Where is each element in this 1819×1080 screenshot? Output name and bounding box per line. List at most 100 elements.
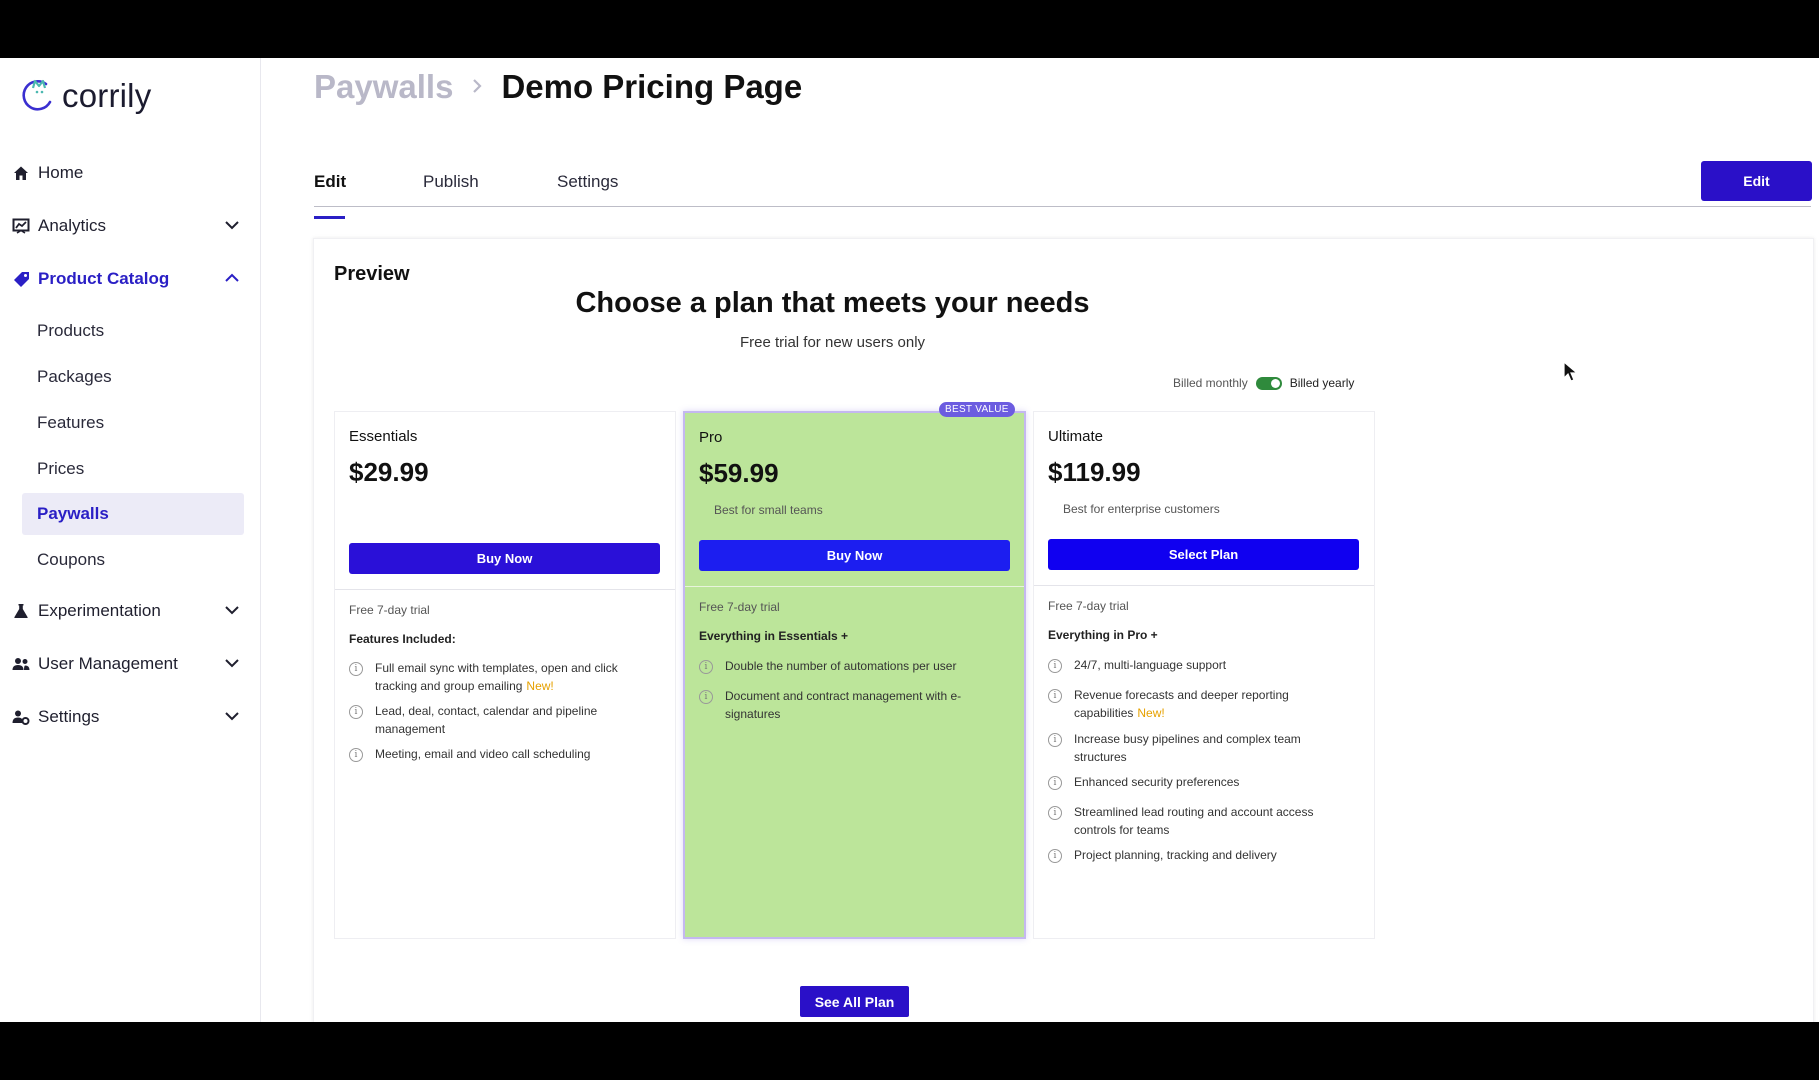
- tag-icon: [12, 270, 30, 288]
- pricing-subheadline: Free trial for new users only: [739, 334, 926, 351]
- feature-item: i 24/7, multi-language support: [1048, 656, 1348, 674]
- info-icon: i: [349, 662, 363, 676]
- edit-button[interactable]: Edit: [1701, 161, 1812, 201]
- billing-yearly-label[interactable]: Billed yearly: [1290, 376, 1355, 390]
- active-tab-indicator: [314, 216, 345, 219]
- chevron-down-icon[interactable]: [224, 708, 240, 729]
- buy-now-button[interactable]: Buy Now: [349, 543, 660, 574]
- best-value-badge: BEST VALUE: [939, 402, 1015, 417]
- plan-name: Pro: [699, 429, 723, 446]
- user-gear-icon: [12, 708, 30, 726]
- sidebar-item-analytics[interactable]: Analytics: [12, 211, 244, 241]
- sidebar-item-paywalls[interactable]: Paywalls: [22, 493, 244, 535]
- sidebar-item-label: Experimentation: [38, 601, 161, 620]
- sidebar-item-packages[interactable]: Packages: [22, 356, 244, 398]
- sidebar-item-prices[interactable]: Prices: [22, 448, 244, 490]
- chevron-down-icon[interactable]: [224, 602, 240, 623]
- sidebar-item-label: Analytics: [38, 216, 107, 235]
- sidebar-item-label: User Management: [38, 654, 178, 673]
- plan-price: $59.99: [699, 458, 779, 488]
- feature-label: Streamlined lead routing and account acc…: [1074, 805, 1314, 837]
- billing-monthly-label[interactable]: Billed monthly: [1173, 376, 1248, 390]
- plan-description: Best for enterprise customers: [1063, 502, 1220, 516]
- info-icon: i: [1048, 659, 1062, 673]
- tab-edit[interactable]: Edit: [314, 172, 347, 219]
- divider: [1034, 585, 1374, 586]
- feature-label: Double the number of automations per use…: [725, 659, 957, 673]
- sidebar-item-features[interactable]: Features: [22, 402, 244, 444]
- trial-text: Free 7-day trial: [699, 600, 780, 614]
- info-icon: i: [1048, 806, 1062, 820]
- info-icon: i: [699, 660, 713, 674]
- plan-card-essentials: Essentials $29.99 Buy Now Free 7-day tri…: [334, 411, 676, 939]
- plan-price: $119.99: [1048, 457, 1141, 487]
- sidebar: corrily Home Analytics Product Catalog P…: [0, 58, 261, 1022]
- tab-settings[interactable]: Settings: [557, 172, 618, 192]
- corrily-logo-icon: [20, 74, 56, 117]
- breadcrumb-separator-icon: [471, 74, 483, 100]
- plan-price: $29.99: [349, 457, 429, 487]
- feature-item: i Streamlined lead routing and account a…: [1048, 803, 1348, 839]
- users-icon: [12, 655, 30, 673]
- sidebar-item-coupons[interactable]: Coupons: [22, 539, 244, 581]
- feature-item: i Increase busy pipelines and complex te…: [1048, 730, 1348, 766]
- sidebar-item-product-catalog[interactable]: Product Catalog: [12, 264, 244, 294]
- tab-label: Edit: [314, 172, 347, 191]
- billing-toggle[interactable]: [1255, 376, 1282, 390]
- chevron-up-icon[interactable]: [224, 270, 240, 291]
- select-plan-button[interactable]: Select Plan: [1048, 539, 1359, 570]
- sidebar-item-home[interactable]: Home: [12, 158, 244, 188]
- feature-item: i Document and contract management with …: [699, 687, 999, 723]
- mouse-cursor-icon: [1563, 360, 1579, 388]
- buy-now-button[interactable]: Buy Now: [699, 540, 1010, 571]
- tab-publish[interactable]: Publish: [423, 172, 479, 192]
- features-heading: Everything in Essentials +: [699, 629, 849, 643]
- feature-label: Project planning, tracking and delivery: [1074, 848, 1277, 862]
- chevron-down-icon[interactable]: [224, 217, 240, 238]
- sidebar-item-label: Home: [38, 163, 84, 182]
- sidebar-item-settings[interactable]: Settings: [12, 702, 244, 732]
- feature-label: Revenue forecasts and deeper reporting c…: [1074, 688, 1289, 720]
- trial-text: Free 7-day trial: [349, 603, 430, 617]
- info-icon: i: [349, 748, 363, 762]
- feature-text: Full email sync with templates, open and…: [375, 659, 649, 695]
- divider: [685, 586, 1024, 587]
- info-icon: i: [1048, 733, 1062, 747]
- info-icon: i: [699, 690, 713, 704]
- sidebar-item-experimentation[interactable]: Experimentation: [12, 596, 244, 626]
- home-icon: [12, 164, 30, 182]
- logo[interactable]: corrily: [20, 74, 151, 117]
- plan-card-ultimate: Ultimate $119.99 Best for enterprise cus…: [1033, 411, 1375, 939]
- see-all-plans-button[interactable]: See All Plan: [800, 986, 909, 1017]
- chevron-down-icon[interactable]: [224, 655, 240, 676]
- feature-item: i Lead, deal, contact, calendar and pipe…: [349, 702, 649, 738]
- feature-item: i Double the number of automations per u…: [699, 657, 999, 675]
- feature-label: Lead, deal, contact, calendar and pipeli…: [375, 704, 598, 736]
- sidebar-item-label: Product Catalog: [38, 269, 170, 288]
- feature-text: Revenue forecasts and deeper reporting c…: [1074, 686, 1348, 722]
- trial-text: Free 7-day trial: [1048, 599, 1129, 613]
- feature-label: Document and contract management with e-…: [725, 689, 962, 721]
- plan-card-pro: BEST VALUE Pro $59.99 Best for small tea…: [683, 402, 1026, 939]
- sidebar-item-label: Settings: [38, 707, 100, 726]
- new-tag: New!: [1137, 706, 1165, 720]
- preview-label: Preview: [334, 263, 410, 285]
- feature-label: Meeting, email and video call scheduling: [375, 747, 591, 761]
- preview-panel: Preview Choose a plan that meets your ne…: [313, 238, 1814, 1022]
- billing-toggle-group: Billed monthly Billed yearly: [1173, 376, 1354, 390]
- feature-item: i Project planning, tracking and deliver…: [1048, 846, 1348, 864]
- sidebar-item-products[interactable]: Products: [22, 310, 244, 352]
- breadcrumb: Paywalls Demo Pricing Page: [314, 68, 802, 106]
- breadcrumb-parent-link[interactable]: Paywalls: [314, 68, 453, 106]
- logo-text: corrily: [62, 76, 152, 114]
- plan-name: Ultimate: [1048, 428, 1104, 445]
- feature-item: i Revenue forecasts and deeper reporting…: [1048, 686, 1348, 722]
- feature-item: i Meeting, email and video call scheduli…: [349, 745, 649, 763]
- feature-label: Full email sync with templates, open and…: [375, 661, 618, 693]
- features-heading: Everything in Pro +: [1048, 628, 1158, 642]
- feature-item: i Full email sync with templates, open a…: [349, 659, 649, 695]
- tab-bar: Edit Publish Settings: [314, 158, 1811, 219]
- new-tag: New!: [526, 679, 554, 693]
- sidebar-item-user-management[interactable]: User Management: [12, 649, 244, 679]
- feature-label: 24/7, multi-language support: [1074, 658, 1227, 672]
